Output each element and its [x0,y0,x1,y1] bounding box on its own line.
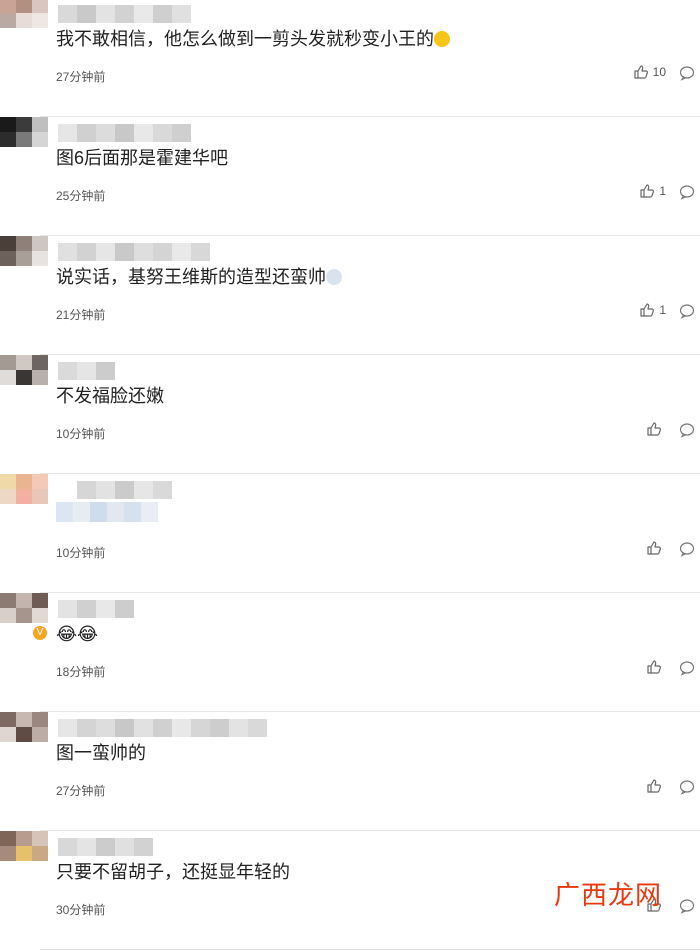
like-count: 1 [659,184,666,198]
username-blurred[interactable] [58,838,153,856]
reply-icon[interactable] [679,65,695,81]
avatar[interactable] [0,712,48,756]
comment-text: 图一蛮帅的 [56,743,146,763]
like-count: 1 [659,303,666,317]
avatar[interactable] [0,236,48,280]
comment-item: 不发福脸还嫩 10分钟前 [0,355,700,474]
like-button[interactable] [646,659,666,675]
reply-icon[interactable] [679,184,695,200]
comment-text: 😂😂 [56,624,99,644]
emoji-icon [434,31,450,47]
like-button[interactable] [646,421,666,437]
comment-text: 只要不留胡子，还挺显年轻的 [56,862,290,882]
comment-item: 我不敢相信，他怎么做到一剪头发就秒变小王的 27分钟前 10 [0,0,700,117]
comment-text: 不发福脸还嫩 [56,386,164,406]
reply-icon[interactable] [679,898,695,914]
username-blurred[interactable] [58,719,267,737]
comment-time: 10分钟前 [56,427,106,441]
username-blurred[interactable] [58,124,191,142]
emoji-icon [326,269,342,285]
comment-time: 30分钟前 [56,903,106,917]
username-blurred[interactable] [58,600,134,618]
comment-item: 10分钟前 [0,474,700,593]
reply-icon[interactable] [679,303,695,319]
comment-text: 说实话，基努王维斯的造型还蛮帅 [56,264,342,290]
thumbs-up-icon [639,183,659,199]
like-count: 10 [652,65,666,79]
comment-item: 图一蛮帅的 27分钟前 [0,712,700,831]
comment-item: 图6后面那是霍建华吧 25分钟前 1 [0,117,700,236]
reply-icon[interactable] [679,660,695,676]
comment-text: 图6后面那是霍建华吧 [56,148,229,168]
comment-time: 25分钟前 [56,189,106,203]
reply-icon[interactable] [679,422,695,438]
verified-badge-icon: V [32,625,48,641]
avatar[interactable] [0,474,48,518]
like-button[interactable]: 10 [633,64,666,80]
username-blurred[interactable] [58,481,172,499]
comment-time: 18分钟前 [56,665,106,679]
like-button[interactable] [646,540,666,556]
username-blurred[interactable] [58,243,210,261]
username-blurred[interactable] [58,5,191,23]
reply-icon[interactable] [679,541,695,557]
comment-time: 21分钟前 [56,308,106,322]
avatar[interactable] [0,0,48,42]
like-button[interactable]: 1 [639,183,666,199]
thumbs-up-icon [633,64,653,80]
thumbs-up-icon [646,778,666,794]
thumbs-up-icon [646,659,666,675]
like-button[interactable] [646,778,666,794]
thumbs-up-icon [639,302,659,318]
comment-text: 我不敢相信，他怎么做到一剪头发就秒变小王的 [56,26,450,52]
reply-icon[interactable] [679,779,695,795]
comment-item: 说实话，基努王维斯的造型还蛮帅 21分钟前 1 [0,236,700,355]
site-watermark: 广西龙网 [553,880,662,910]
comment-content-blurred [56,502,158,529]
comment-time: 27分钟前 [56,70,106,84]
avatar[interactable] [0,831,48,875]
username-blurred[interactable] [58,362,115,380]
thumbs-up-icon [646,540,666,556]
avatar[interactable] [0,117,48,161]
comment-item: V 😂😂 18分钟前 [0,593,700,712]
thumbs-up-icon [646,421,666,437]
comment-time: 10分钟前 [56,546,106,560]
like-button[interactable]: 1 [639,302,666,318]
avatar[interactable] [0,355,48,399]
comment-time: 27分钟前 [56,784,106,798]
